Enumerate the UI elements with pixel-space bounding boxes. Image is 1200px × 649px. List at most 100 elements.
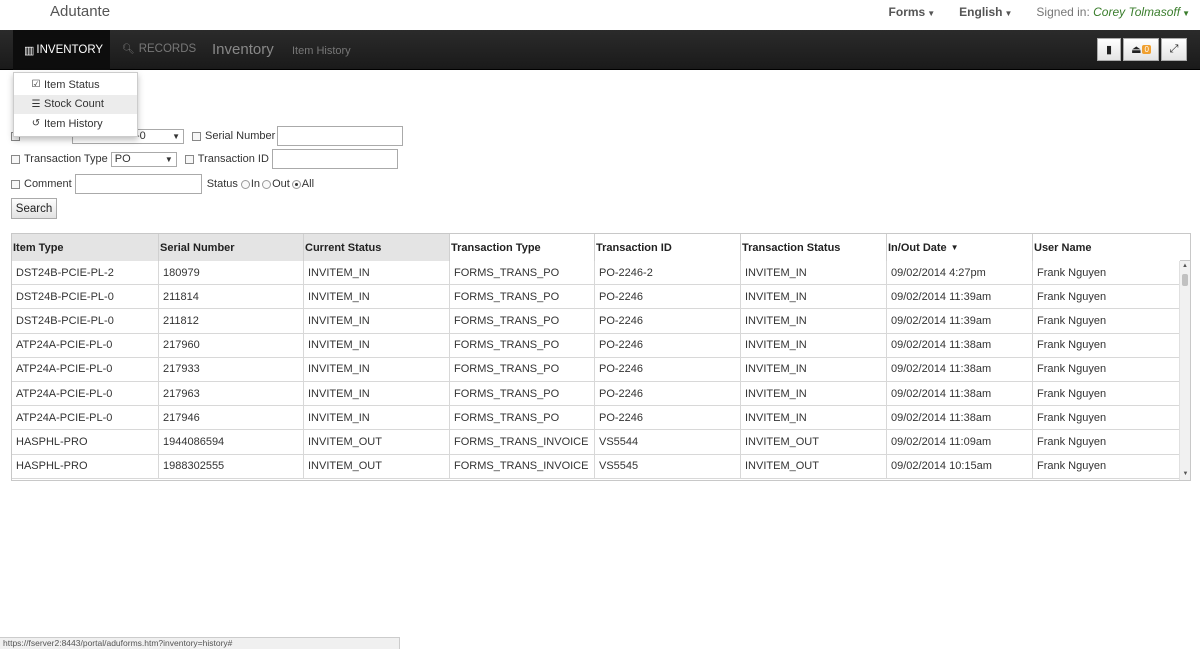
table-row[interactable]: ATP24A-PCIE-PL-0 217933 INVITEM_IN FORMS_TR… — [12, 357, 1180, 382]
fullscreen-button[interactable]: ⤢ — [1161, 38, 1187, 61]
status-radio-out[interactable] — [262, 179, 272, 189]
status-radio-all[interactable] — [291, 179, 301, 189]
search-icon: 🔍︎ — [122, 43, 135, 55]
table-cell: PO-2246 — [595, 357, 741, 381]
table-cell: HASPHL-PRO — [12, 430, 159, 454]
table-cell: FORMS_TRANS_PO — [450, 357, 595, 381]
serial-number-input[interactable] — [277, 126, 404, 146]
select-arrow-icon: ▼ — [164, 154, 173, 164]
column-header-transaction-id[interactable]: Transaction ID — [595, 234, 741, 261]
table-cell: INVITEM_IN — [741, 381, 887, 406]
table-cell: 217963 — [159, 381, 304, 406]
table-cell: ATP24A-PCIE-PL-0 — [12, 333, 159, 357]
table-cell: Frank Nguyen — [1037, 387, 1107, 400]
transaction-type-checkbox[interactable] — [11, 154, 20, 164]
serial-number-checkbox[interactable] — [192, 131, 201, 141]
table-row[interactable]: DST24B-PCIE-PL-0 211814 INVITEM_IN FORMS_TR… — [12, 285, 1180, 310]
table-cell: INVITEM_IN — [304, 381, 450, 406]
table-row[interactable]: HASPHL-PRO 1944086594 INVITEM_OUT FORMS_TRA… — [12, 430, 1180, 455]
user-menu[interactable]: Corey Tolmasoff ▼ — [1093, 5, 1190, 19]
search-button[interactable]: Search — [11, 198, 57, 219]
table-cell: FORMS_TRANS_INVOICE — [450, 430, 595, 454]
comment-checkbox[interactable] — [11, 179, 20, 189]
table-row[interactable]: DST24B-PCIE-PL-2 180979 INVITEM_IN FORMS_TR… — [12, 261, 1180, 286]
top-header: Adutante Forms ▼ English ▼ Signed in: Core… — [0, 0, 1200, 30]
table-cell: INVITEM_OUT — [741, 430, 887, 454]
table-cell: Frank Nguyen — [1037, 460, 1107, 473]
menu-item-stock-count[interactable]: ☰ Stock Count — [14, 94, 137, 114]
nav-records-tab[interactable]: 🔍︎ RECORDS — [122, 43, 196, 55]
menu-item-label: Item History — [44, 117, 103, 130]
column-header-transaction-type[interactable]: Transaction Type — [450, 234, 595, 261]
serial-number-label: Serial Number — [205, 130, 276, 142]
brand-logo[interactable]: Adutante — [50, 3, 110, 20]
transaction-type-label: Transaction Type — [24, 153, 108, 165]
forms-dropdown[interactable]: Forms ▼ — [889, 5, 936, 19]
table-cell: 09/02/2014 4:27pm — [887, 261, 1033, 285]
table-cell: FORMS_TRANS_PO — [450, 309, 595, 333]
table-scrollbar[interactable]: ▲ ▼ — [1179, 261, 1190, 480]
table-row[interactable]: DST24B-PCIE-PL-0 211812 INVITEM_IN FORMS_TR… — [12, 309, 1180, 334]
scroll-up-icon[interactable]: ▲ — [1180, 261, 1190, 272]
transaction-id-checkbox[interactable] — [184, 154, 194, 164]
transaction-row: Transaction Type PO ▼ Transaction ID — [11, 149, 398, 169]
table-cell: INVITEM_OUT — [304, 430, 450, 454]
browser-status-bar: https://fserver2:8443/portal/aduforms.ht… — [0, 637, 400, 649]
transaction-type-value: PO — [114, 153, 131, 165]
table-cell: INVITEM_OUT — [741, 454, 887, 478]
table-cell: ATP24A-PCIE-PL-0 — [12, 406, 159, 430]
table-row[interactable]: HASPHL-PRO 1988302555 INVITEM_OUT FORMS_TRA… — [12, 454, 1180, 479]
nav-inventory-label: INVENTORY — [36, 44, 104, 56]
table-cell: DST24B-PCIE-PL-0 — [12, 309, 159, 333]
menu-item-item-status[interactable]: ☑ Item Status — [14, 75, 137, 95]
table-cell: INVITEM_IN — [741, 309, 887, 333]
table-cell: INVITEM_IN — [741, 357, 887, 381]
table-cell: INVITEM_OUT — [304, 454, 450, 478]
table-cell: FORMS_TRANS_INVOICE — [450, 454, 595, 478]
column-header-in-out-date[interactable]: In/Out Date ▼ — [887, 234, 1033, 261]
table-cell: 217933 — [159, 357, 304, 381]
column-header-current-status[interactable]: Current Status — [304, 234, 450, 261]
table-cell: INVITEM_IN — [304, 333, 450, 357]
menu-item-item-history[interactable]: ↺ Item History — [14, 114, 137, 134]
table-cell: 09/02/2014 11:39am — [887, 309, 1033, 333]
table-row[interactable]: ATP24A-PCIE-PL-0 217963 INVITEM_IN FORMS_TR… — [12, 381, 1180, 407]
table-cell: 09/02/2014 11:38am — [887, 357, 1033, 381]
table-cell: PO-2246-2 — [595, 261, 741, 285]
table-cell: FORMS_TRANS_PO — [450, 261, 595, 285]
column-header-transaction-status[interactable]: Transaction Status — [741, 234, 887, 261]
book-icon: ▥ — [24, 44, 34, 57]
status-radio-in[interactable] — [240, 179, 250, 189]
top-nav: Forms ▼ English ▼ Signed in: Corey Tolmaso… — [889, 5, 1190, 19]
comment-input[interactable] — [74, 174, 202, 194]
table-cell: 09/02/2014 11:38am — [887, 333, 1033, 357]
table-cell: Frank Nguyen — [1037, 290, 1107, 303]
transaction-id-input[interactable] — [271, 149, 398, 169]
nav-records-label: RECORDS — [138, 43, 197, 55]
transaction-type-select[interactable]: PO ▼ — [110, 151, 177, 167]
main-navbar: ▥ INVENTORY 🔍︎ RECORDS Inventory Item Hi… — [0, 30, 1200, 70]
menu-item-label: Stock Count — [44, 98, 104, 111]
table-cell: Frank Nguyen — [1037, 339, 1107, 352]
column-header-item-type[interactable]: Item Type — [12, 234, 159, 261]
results-table: Item Type Serial Number Current Status T… — [11, 233, 1191, 481]
scrollbar-thumb[interactable] — [1182, 274, 1188, 286]
signed-in-text: Signed in: Corey Tolmasoff ▼ — [1036, 5, 1190, 19]
column-header-serial-number[interactable]: Serial Number — [159, 234, 304, 261]
scroll-down-icon[interactable]: ▼ — [1180, 469, 1190, 480]
list-icon: ☰ — [31, 98, 41, 110]
table-cell: ATP24A-PCIE-PL-0 — [12, 381, 159, 406]
nav-inventory-tab[interactable]: ▥ INVENTORY — [13, 30, 110, 70]
table-row[interactable]: ATP24A-PCIE-PL-0 217946 INVITEM_IN FORMS_TR… — [12, 406, 1180, 431]
table-row[interactable]: ATP24A-PCIE-PL-0 217960 INVITEM_IN FORMS_TR… — [12, 333, 1180, 358]
table-cell: Frank Nguyen — [1037, 411, 1107, 424]
table-cell: 09/02/2014 10:15am — [887, 454, 1033, 478]
notifications-button[interactable]: ⏏ 0 — [1123, 38, 1159, 61]
column-header-label: In/Out Date — [888, 241, 947, 254]
table-cell: DST24B-PCIE-PL-2 — [12, 261, 159, 285]
sort-desc-icon: ▼ — [950, 243, 959, 252]
bookmark-button[interactable]: ▮ — [1097, 38, 1121, 61]
column-header-user-name[interactable]: User Name — [1033, 234, 1180, 261]
table-cell: PO-2246 — [595, 381, 741, 406]
language-dropdown[interactable]: English ▼ — [959, 5, 1012, 19]
